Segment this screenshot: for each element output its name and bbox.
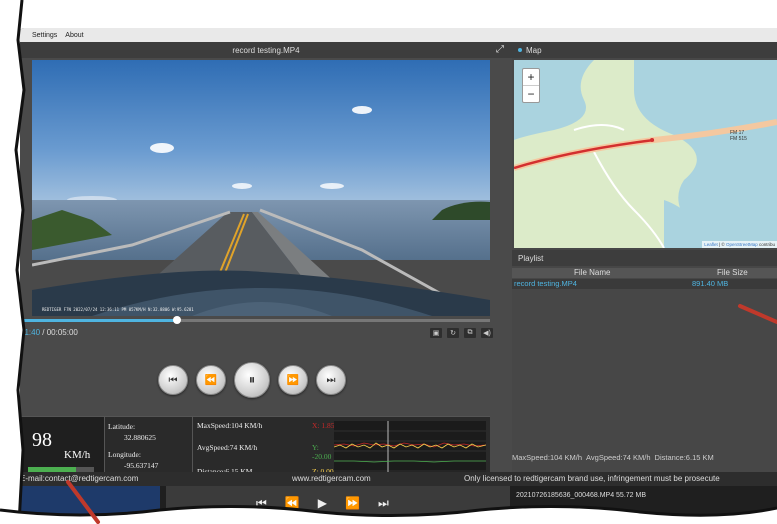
latitude-value: 32.880625	[124, 433, 156, 442]
zoom-control: + −	[522, 68, 540, 103]
paper-edge-top	[0, 0, 777, 30]
progress-bar[interactable]	[20, 316, 490, 324]
total-time: / 00:05:00	[42, 328, 78, 337]
gsensor-graph	[333, 421, 487, 479]
fullscreen-icon[interactable]: ⤢	[496, 45, 506, 55]
road-label: FM 17 FM 515	[730, 130, 747, 142]
summary-avg-speed: AvgSpeed:74 KM/h	[586, 452, 651, 462]
summary-distance: Distance:6.15 KM	[654, 452, 714, 462]
rotate-icon[interactable]: ↻	[447, 328, 459, 338]
previous-button[interactable]: ⏮	[158, 365, 188, 395]
pause-button[interactable]: ⏸	[234, 362, 270, 398]
zoom-in-button[interactable]: +	[523, 69, 539, 85]
dashcam-scene	[32, 60, 490, 316]
playlist-row[interactable]: record testing.MP4 891.40 MB	[512, 279, 777, 289]
speed-value: 98	[32, 429, 52, 451]
osm-link[interactable]: OpenStreetMap	[726, 242, 758, 247]
progress-fill	[20, 319, 177, 322]
progress-handle[interactable]	[172, 316, 181, 324]
longitude-value: -95.637147	[124, 461, 159, 470]
map-titlebar: Map	[512, 42, 777, 58]
avg-speed: AvgSpeed:74 KM/h	[197, 443, 258, 452]
transport-controls: ⏮ ⏪ ⏸ ⏩ ⏭	[158, 362, 346, 398]
col-file-name[interactable]: File Name	[574, 268, 610, 277]
road-label-fm515: FM 515	[730, 136, 747, 142]
volume-icon[interactable]: ◀)	[481, 328, 493, 338]
map-tiles	[514, 60, 777, 248]
playlist-file-name: record testing.MP4	[514, 279, 577, 288]
video-overlay-stamp: REDTIGER F7N 2022/07/24 12:36:11 PM 057K…	[42, 307, 194, 312]
app-window: Settings About record testing.MP4 ⤢ REDT…	[20, 28, 777, 518]
snapshot-icon[interactable]: ▣	[430, 328, 442, 338]
attribution-separator: | ©	[717, 242, 726, 247]
side-panel: Map + − FM 17 FM 515 Leaflet | © OpenStr…	[512, 42, 777, 484]
playlist-header: File Name File Size	[512, 268, 777, 278]
playlist-summary: MaxSpeed:104 KM/h AvgSpeed:74 KM/h Dista…	[512, 450, 777, 464]
rewind-button[interactable]: ⏪	[196, 365, 226, 395]
map-attribution: Leaflet | © OpenStreetMap contribu	[702, 241, 777, 248]
paper-edge-left	[0, 0, 26, 524]
player-panel: record testing.MP4 ⤢ REDTIGER F7N 2022/0…	[20, 42, 512, 484]
video-title: record testing.MP4	[232, 45, 300, 55]
red-pen-mark	[66, 480, 100, 524]
map-view[interactable]: + − FM 17 FM 515 Leaflet | © OpenStreetM…	[514, 60, 777, 248]
leaflet-link[interactable]: Leaflet	[704, 242, 718, 247]
website-link[interactable]: www.redtigercam.com	[292, 474, 371, 483]
player-tools: ▣ ↻ ⧉ ◀)	[430, 328, 493, 338]
attribution-tail: contribu	[757, 242, 775, 247]
paper-edge-bottom	[0, 504, 777, 524]
latitude-label: Latitude:	[108, 422, 136, 431]
menu-bar: Settings About	[20, 28, 777, 42]
playlist-file-size: 891.40 MB	[692, 279, 729, 288]
video-frame[interactable]: REDTIGER F7N 2022/07/24 12:36:11 PM 057K…	[32, 60, 490, 316]
time-readout: 01:40 / 00:05:00	[20, 328, 78, 337]
menu-about[interactable]: About	[65, 32, 83, 39]
menu-settings[interactable]: Settings	[32, 32, 57, 39]
summary-max-speed: MaxSpeed:104 KM/h	[512, 452, 583, 462]
next-button[interactable]: ⏭	[316, 365, 346, 395]
screenshot-frame: Settings About record testing.MP4 ⤢ REDT…	[0, 0, 777, 524]
red-pen-mark-right	[738, 304, 777, 324]
max-speed: MaxSpeed:104 KM/h	[197, 421, 263, 430]
player-titlebar: record testing.MP4 ⤢	[20, 42, 512, 58]
license-notice: Only licensed to redtigercam brand use, …	[464, 474, 720, 483]
col-file-size[interactable]: File Size	[717, 268, 748, 277]
map-title: Map	[526, 45, 542, 55]
longitude-label: Longitude:	[108, 450, 141, 459]
playlist-titlebar: Playlist	[512, 250, 777, 266]
fast-forward-button[interactable]: ⏩	[278, 365, 308, 395]
speed-unit: KM/h	[64, 449, 91, 461]
zoom-out-button[interactable]: −	[523, 85, 539, 102]
x-axis-value: X: 1.85	[312, 421, 335, 430]
resize-icon[interactable]: ⧉	[464, 328, 476, 338]
playlist-title: Playlist	[518, 253, 544, 263]
status-footer: E-mail:contact@redtigercam.com www.redti…	[20, 472, 777, 486]
map-dot-icon	[518, 48, 522, 52]
gps-coordinates: Latitude: 32.880625 Longitude: -95.63714…	[108, 421, 190, 471]
